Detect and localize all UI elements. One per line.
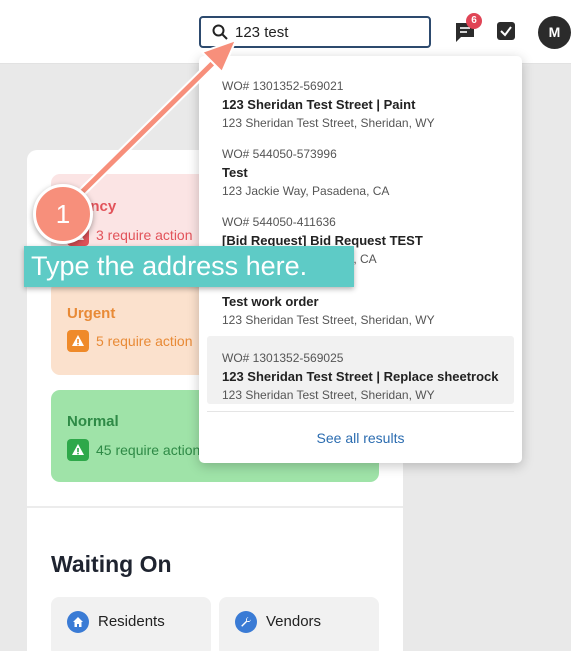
result-title: 123 Sheridan Test Street | Paint	[222, 97, 416, 112]
avatar[interactable]: M	[538, 16, 571, 49]
home-icon	[67, 611, 89, 633]
search-box[interactable]	[199, 16, 431, 48]
result-address: 123 Sheridan Test Street, Sheridan, WY	[222, 313, 435, 327]
card-action-text: 45 require action	[96, 442, 201, 458]
waiting-on-heading: Waiting On	[51, 551, 172, 577]
result-wo-number: WO# 544050-573996	[222, 147, 337, 161]
card-action-text: 3 require action	[96, 227, 193, 243]
result-wo-number: WO# 1301352-569025	[222, 351, 344, 365]
result-title: Test work order	[222, 294, 319, 309]
notification-badge: 6	[466, 13, 482, 29]
step-number-badge: 1	[33, 184, 93, 244]
residents-button[interactable]: Residents	[51, 597, 211, 651]
result-title: 123 Sheridan Test Street | Replace sheet…	[222, 369, 499, 384]
task-check-icon[interactable]	[497, 22, 515, 40]
search-input[interactable]	[235, 21, 425, 43]
section-divider	[27, 506, 403, 508]
top-bar: 6 M	[0, 0, 571, 64]
search-result-item[interactable]: WO# 1301352-569021 123 Sheridan Test Str…	[207, 64, 514, 132]
wrench-icon	[235, 611, 257, 633]
warning-icon	[67, 330, 89, 352]
card-title: Urgent	[67, 305, 116, 322]
instruction-tooltip: Type the address here.	[24, 246, 354, 287]
card-title: Normal	[67, 413, 119, 430]
see-all-results-link[interactable]: See all results	[199, 430, 522, 446]
result-address: 123 Jackie Way, Pasadena, CA	[222, 184, 390, 198]
card-action: 45 require action	[67, 439, 200, 461]
result-wo-number: WO# 1301352-569021	[222, 79, 344, 93]
vendors-button[interactable]: Vendors	[219, 597, 379, 651]
residents-label: Residents	[98, 613, 165, 630]
card-action: 5 require action	[67, 330, 193, 352]
search-result-item[interactable]: WO# 544050-573996 Test 123 Jackie Way, P…	[207, 132, 514, 200]
card-action-text: 5 require action	[96, 333, 193, 349]
result-address: 123 Sheridan Test Street, Sheridan, WY	[222, 116, 435, 130]
dropdown-divider	[207, 411, 514, 412]
result-title: Test	[222, 165, 248, 180]
search-icon	[212, 24, 228, 40]
result-address: 123 Sheridan Test Street, Sheridan, WY	[222, 388, 435, 402]
search-result-item-highlighted[interactable]: WO# 1301352-569025 123 Sheridan Test Str…	[207, 336, 514, 404]
result-wo-number: WO# 544050-411636	[222, 215, 336, 229]
warning-icon	[67, 439, 89, 461]
vendors-label: Vendors	[266, 613, 322, 630]
